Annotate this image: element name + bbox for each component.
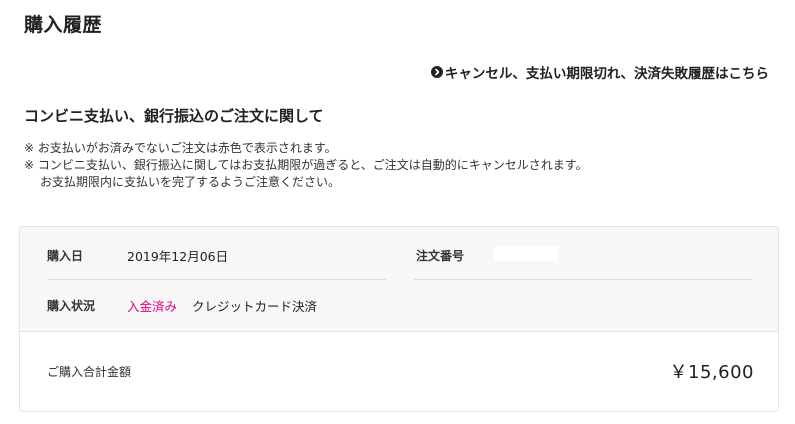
notes: ※ お支払いがお済みでないご注文は赤色で表示されます。 ※ コンビニ支払い、銀行… <box>24 140 588 191</box>
chevron-right-circle-icon <box>430 66 443 78</box>
order-details: 購入日 2019年12月06日 注文番号 購入状況 入金済み クレジットカード決… <box>20 227 778 332</box>
row-divider-right <box>414 279 753 280</box>
payment-method: クレジットカード決済 <box>192 299 318 314</box>
page-title: 購入履歴 <box>24 14 103 36</box>
note-deadline-continued: お支払期限内に支払いを完了するようご注意ください。 <box>40 175 341 189</box>
payment-status-badge: 入金済み <box>127 299 178 314</box>
purchase-date: 2019年12月06日 <box>127 249 229 264</box>
order-card: 購入日 2019年12月06日 注文番号 購入状況 入金済み クレジットカード決… <box>19 226 779 412</box>
section-heading: コンビニ支払い、銀行振込のご注文に関して <box>24 107 324 125</box>
row-divider-left <box>47 279 386 280</box>
order-number-redacted <box>494 246 558 261</box>
total-label: ご購入合計金額 <box>47 365 132 379</box>
purchase-date-label: 購入日 <box>47 249 84 263</box>
total-amount: ￥15,600 <box>669 362 754 383</box>
order-number-label: 注文番号 <box>416 249 465 263</box>
cancel-history-link-label: キャンセル、支払い期限切れ、決済失敗履歴はこちら <box>444 66 769 82</box>
status-label: 購入状況 <box>47 299 96 313</box>
note-unpaid: ※ お支払いがお済みでないご注文は赤色で表示されます。 <box>24 141 337 155</box>
cancel-history-link[interactable]: キャンセル、支払い期限切れ、決済失敗履歴はこちら <box>430 62 769 82</box>
note-deadline: ※ コンビニ支払い、銀行振込に関してはお支払期限が過ぎると、ご注文は自動的にキャ… <box>24 158 588 172</box>
